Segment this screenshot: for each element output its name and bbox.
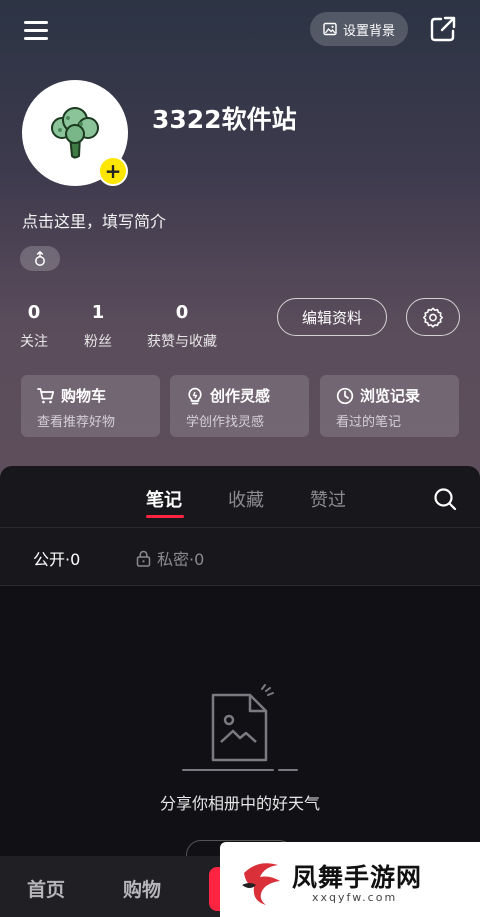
card-title: 浏览记录 xyxy=(360,387,421,405)
followers-label: 粉丝 xyxy=(84,334,112,350)
edit-profile-button[interactable]: 编辑资料 xyxy=(277,298,387,336)
set-background-label: 设置背景 xyxy=(342,23,395,39)
tab-notes[interactable]: 笔记 xyxy=(146,486,182,512)
card-shopping-cart[interactable]: 购物车 查看推荐好物 xyxy=(21,375,160,437)
stat-followers[interactable]: 1 粉丝 xyxy=(84,302,112,351)
likes-label: 获赞与收藏 xyxy=(147,334,217,350)
share-icon[interactable] xyxy=(428,14,458,44)
nav-shopping[interactable]: 购物 xyxy=(123,875,161,902)
card-history[interactable]: 浏览记录 看过的笔记 xyxy=(320,375,459,437)
username: 3322软件站 xyxy=(152,105,297,134)
watermark-name: 凤舞手游网 xyxy=(292,863,423,892)
search-icon[interactable] xyxy=(432,486,458,512)
gear-icon xyxy=(423,307,443,328)
card-subtitle: 学创作找灵感 xyxy=(186,415,265,430)
following-count: 0 xyxy=(27,302,41,323)
lock-icon xyxy=(136,550,151,567)
card-inspiration[interactable]: 创作灵感 学创作找灵感 xyxy=(170,375,309,437)
subtab-public[interactable]: 公开·0 xyxy=(33,546,80,570)
nav-home[interactable]: 首页 xyxy=(27,875,65,902)
likes-count: 0 xyxy=(175,302,189,323)
stat-following[interactable]: 0 关注 xyxy=(20,302,48,351)
watermark-logo xyxy=(242,863,280,905)
cart-icon xyxy=(37,387,55,403)
add-avatar-button[interactable]: + xyxy=(98,156,128,186)
image-icon xyxy=(323,22,337,36)
bulb-icon xyxy=(188,387,202,404)
tab-liked[interactable]: 赞过 xyxy=(310,486,346,512)
subtab-private[interactable]: 私密·0 xyxy=(136,546,204,570)
gender-badge[interactable] xyxy=(20,246,60,271)
menu-icon[interactable] xyxy=(22,18,50,42)
broccoli-avatar-icon xyxy=(51,107,99,159)
stat-likes[interactable]: 0 获赞与收藏 xyxy=(147,302,217,351)
gender-icon xyxy=(35,250,45,266)
card-subtitle: 看过的笔记 xyxy=(336,415,402,430)
empty-state-message: 分享你相册中的好天气 xyxy=(159,794,320,813)
empty-note-icon xyxy=(182,684,298,771)
set-background-button[interactable]: 设置背景 xyxy=(310,12,408,46)
card-title: 购物车 xyxy=(61,387,107,405)
active-tab-indicator xyxy=(146,515,184,518)
settings-button[interactable] xyxy=(406,298,460,336)
clock-icon xyxy=(336,387,354,404)
bio-prompt[interactable]: 点击这里，填写简介 xyxy=(22,208,166,232)
card-subtitle: 查看推荐好物 xyxy=(37,415,116,430)
followers-count: 1 xyxy=(91,302,105,323)
following-label: 关注 xyxy=(20,334,48,350)
card-title: 创作灵感 xyxy=(210,387,271,405)
watermark-url: xxqyfw.com xyxy=(312,891,398,904)
subtab-private-label: 私密·0 xyxy=(157,550,205,569)
divider xyxy=(0,527,480,528)
tab-collections[interactable]: 收藏 xyxy=(228,486,264,512)
